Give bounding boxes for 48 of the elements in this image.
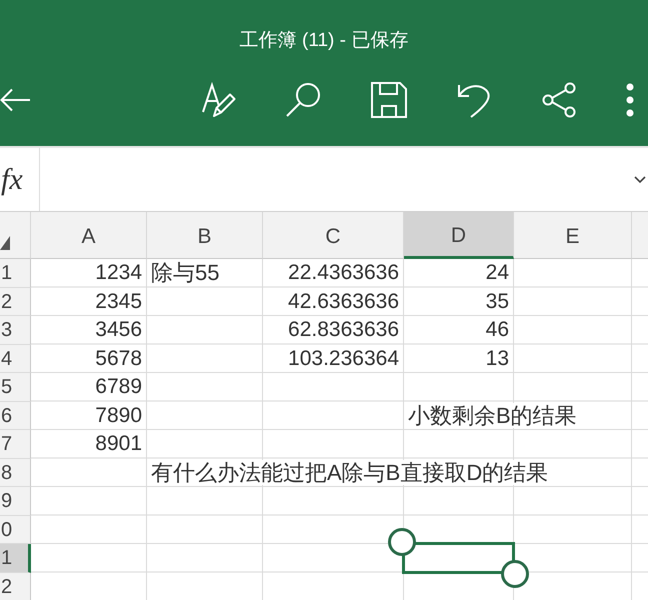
row-header[interactable]: 9 <box>0 487 31 516</box>
row-header[interactable]: 2 <box>0 572 31 600</box>
number-value: 2345 <box>95 290 142 312</box>
column-header[interactable]: D <box>404 212 514 259</box>
function-button[interactable]: fx <box>0 148 40 211</box>
text-entry: 有什么办法能过把A除与B直接取D的结果 <box>151 460 548 484</box>
number-value: 6789 <box>95 375 142 398</box>
number-value: 1234 <box>95 261 142 284</box>
more-menu-icon[interactable] <box>626 82 634 118</box>
column-header[interactable]: A <box>31 212 147 259</box>
number-value: 22.4363636 <box>288 261 399 284</box>
number-value: 46 <box>486 318 509 341</box>
curved-arrow-icon[interactable] <box>456 82 492 118</box>
column-header[interactable]: E <box>514 212 632 259</box>
text-pencil-icon[interactable] <box>201 82 237 118</box>
document-title: 工作簿 (11) - 已保存 <box>240 29 408 53</box>
row-header[interactable]: 4 <box>0 344 31 373</box>
row-header[interactable]: 6 <box>0 402 31 430</box>
select-all-button[interactable] <box>0 212 31 259</box>
row-header[interactable]: 2 <box>0 288 31 316</box>
number-value: 5678 <box>95 346 142 370</box>
text-entry: 除与55 <box>151 260 220 285</box>
number-value: 7890 <box>95 404 142 426</box>
number-value: 103.236364 <box>288 346 399 370</box>
row-header[interactable]: 8 <box>0 458 31 487</box>
row-header[interactable]: 1 <box>0 259 31 288</box>
row-header[interactable]: 1 <box>0 544 31 572</box>
column-header[interactable]: C <box>263 212 404 259</box>
back-arrow-icon[interactable] <box>0 88 30 112</box>
row-header[interactable]: 3 <box>0 316 31 344</box>
number-value: 3456 <box>95 318 142 341</box>
number-value: 13 <box>486 346 509 370</box>
text-entry: 小数剩余B的结果 <box>408 402 577 428</box>
number-value: 24 <box>486 261 509 284</box>
row-header[interactable]: 5 <box>0 373 31 402</box>
selection-handle[interactable] <box>501 560 529 588</box>
number-value: 8901 <box>95 432 142 455</box>
number-value: 35 <box>486 290 509 312</box>
number-value: 62.8363636 <box>288 318 399 341</box>
row-header[interactable]: 0 <box>0 516 31 544</box>
row-header[interactable]: 7 <box>0 430 31 458</box>
selection-handle[interactable] <box>388 528 416 556</box>
chevron-down-icon[interactable] <box>634 176 646 184</box>
triangle-icon <box>0 236 10 250</box>
search-icon[interactable] <box>286 82 322 118</box>
number-value: 42.6363636 <box>288 290 399 312</box>
share-icon[interactable] <box>541 82 577 118</box>
column-header[interactable]: B <box>147 212 263 259</box>
